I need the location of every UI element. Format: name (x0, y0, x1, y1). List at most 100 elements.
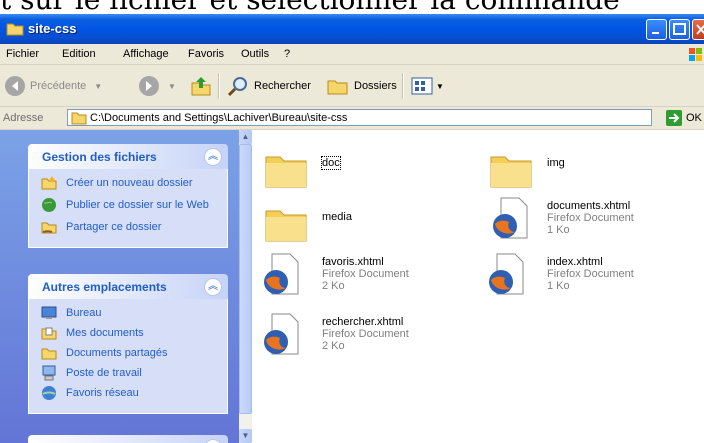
folder-icon (71, 112, 87, 125)
back-dropdown-icon[interactable]: ▼ (94, 82, 102, 91)
file-type: Firefox Document (547, 268, 634, 280)
other-places-list: Bureau Mes documents Documents partagés … (28, 299, 228, 414)
close-button[interactable] (692, 19, 704, 40)
network-icon (42, 386, 56, 400)
place-shared-documents[interactable]: Documents partagés (29, 345, 227, 365)
back-button[interactable]: Précédente ▼ (4, 75, 102, 97)
folders-label: Dossiers (354, 80, 397, 92)
go-arrow-icon (669, 113, 680, 123)
computer-icon (42, 365, 56, 381)
folder-icon (265, 156, 307, 188)
new-folder-icon (41, 176, 57, 190)
menu-affichage[interactable]: Affichage (123, 48, 169, 60)
scroll-thumb[interactable] (239, 144, 252, 414)
forward-arrow-icon (139, 76, 159, 96)
minimize-icon (652, 32, 659, 34)
address-label: Adresse (3, 112, 44, 124)
other-places-panel: Autres emplacements ︽ Bureau Mes documen… (28, 274, 228, 414)
back-label: Précédente (30, 80, 87, 92)
place-label: Documents partagés (66, 347, 168, 359)
folders-icon (327, 80, 348, 95)
my-documents-icon (41, 327, 57, 340)
place-label: Bureau (66, 307, 102, 319)
folder-icon (6, 23, 24, 36)
menu-fichier[interactable]: Fichier (6, 48, 39, 60)
task-new-folder[interactable]: Créer un nouveau dossier (29, 175, 227, 195)
folder-icon (490, 156, 532, 188)
taskpane-scrollbar[interactable]: ▲ ▼ (239, 130, 252, 443)
other-places-header[interactable]: Autres emplacements ︽ (28, 274, 228, 299)
scroll-down-button[interactable]: ▼ (239, 429, 252, 443)
task-share-folder[interactable]: Partager ce dossier (29, 219, 227, 239)
search-icon (227, 77, 247, 97)
go-button[interactable] (666, 110, 682, 126)
minimize-button[interactable] (646, 19, 667, 40)
address-input[interactable]: C:\Documents and Settings\Lachiver\Burea… (67, 109, 652, 126)
views-dropdown-icon: ▼ (436, 81, 444, 91)
search-button[interactable]: Rechercher (226, 75, 311, 97)
firefox-document-icon (264, 313, 299, 355)
maximize-button[interactable] (669, 19, 690, 40)
scroll-up-button[interactable]: ▲ (239, 130, 252, 144)
place-my-documents[interactable]: Mes documents (29, 325, 227, 345)
up-folder-button[interactable] (189, 75, 213, 97)
views-button[interactable]: ▼ (410, 75, 444, 97)
file-size: 1 Ko (547, 224, 570, 236)
folders-button[interactable]: Dossiers (326, 75, 397, 97)
place-my-computer[interactable]: Poste de travail (29, 365, 227, 385)
up-folder-icon (191, 77, 211, 96)
document-caption-text: t sur le fichier et sélectionner la comm… (0, 0, 704, 14)
place-network[interactable]: Favoris réseau (29, 385, 227, 405)
forward-button[interactable]: ▼ (138, 75, 176, 97)
toolbar-separator (218, 73, 220, 99)
collapse-icon[interactable]: ︽ (204, 278, 222, 296)
place-desktop[interactable]: Bureau (29, 305, 227, 325)
file-type: Firefox Document (322, 328, 409, 340)
window-titlebar[interactable]: site-css (0, 14, 704, 44)
file-name: favoris.xhtml (322, 256, 384, 268)
file-size: 2 Ko (322, 340, 345, 352)
desktop-icon (41, 306, 57, 319)
address-bar: Adresse C:\Documents and Settings\Lachiv… (0, 107, 704, 130)
task-label: Partager ce dossier (66, 221, 162, 233)
file-name: doc (321, 156, 341, 170)
file-type: Firefox Document (322, 268, 409, 280)
task-label: Créer un nouveau dossier (66, 177, 193, 189)
share-folder-icon (41, 222, 57, 234)
menu-edition[interactable]: Edition (62, 48, 96, 60)
window-title: site-css (28, 21, 77, 36)
menu-help[interactable]: ? (284, 48, 290, 60)
file-name: media (322, 211, 352, 223)
task-label: Publier ce dossier sur le Web (66, 199, 209, 211)
file-name: documents.xhtml (547, 200, 631, 212)
toolbar-separator (402, 73, 404, 99)
back-arrow-icon (5, 76, 25, 96)
details-panel: ︽ (28, 435, 228, 443)
details-header[interactable]: ︽ (28, 435, 228, 443)
standard-toolbar: Précédente ▼ ▼ Rechercher Dossiers ▼ (0, 65, 704, 107)
shared-folder-icon (41, 348, 57, 360)
firefox-document-icon (489, 253, 524, 295)
go-label[interactable]: OK (686, 112, 702, 124)
file-name: index.xhtml (547, 256, 603, 268)
globe-icon (42, 198, 56, 212)
collapse-icon[interactable]: ︽ (204, 439, 222, 443)
place-label: Poste de travail (66, 367, 142, 379)
place-label: Mes documents (66, 327, 144, 339)
task-pane: Gestion des fichiers ︽ Créer un nouveau … (0, 130, 239, 443)
firefox-document-icon (264, 253, 299, 295)
close-icon (696, 24, 704, 35)
file-name: rechercher.xhtml (322, 316, 404, 328)
other-places-title: Autres emplacements (42, 280, 167, 294)
menu-favoris[interactable]: Favoris (188, 48, 224, 60)
windows-logo-icon (689, 48, 702, 61)
file-tasks-header[interactable]: Gestion des fichiers ︽ (28, 144, 228, 169)
menu-outils[interactable]: Outils (241, 48, 269, 60)
file-name: img (547, 157, 565, 169)
search-label: Rechercher (254, 80, 311, 92)
forward-dropdown-icon[interactable]: ▼ (168, 82, 176, 91)
collapse-icon[interactable]: ︽ (204, 148, 222, 166)
address-path: C:\Documents and Settings\Lachiver\Burea… (90, 112, 348, 124)
file-list-view: doc img media documents.xhtml Firefox Do… (252, 130, 704, 443)
task-publish-web[interactable]: Publier ce dossier sur le Web (29, 197, 227, 217)
